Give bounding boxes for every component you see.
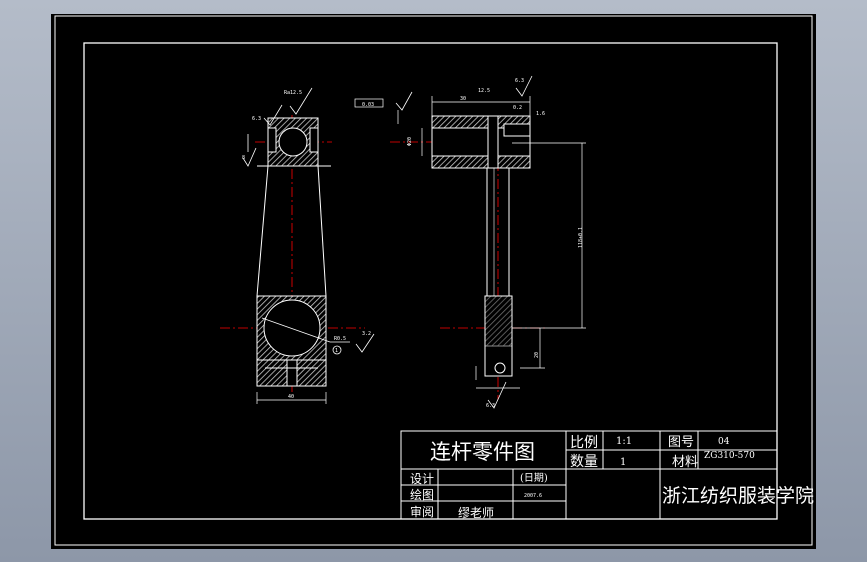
side-top-finish-label: 6.3 [515, 78, 524, 84]
date-value: 2007.6 [524, 493, 542, 499]
front-right-finish-label: 3.2 [362, 331, 371, 337]
scale-value: 1:1 [616, 436, 632, 447]
quantity-label: 数量 [570, 454, 598, 470]
drawing-no-value: 04 [718, 437, 730, 447]
front-bottom-dim-label: 40 [288, 394, 294, 400]
part-name: 连杆零件图 [430, 440, 535, 464]
quantity-value: 1 [620, 457, 626, 468]
institution-name: 浙江纺织服装学院 [662, 485, 814, 507]
side-top-mid-label: 12.5 [478, 88, 490, 94]
big-end-bore [263, 299, 321, 357]
side-geom-tol-label: 0.03 [362, 102, 374, 108]
review-label: 审阅 [410, 504, 434, 519]
design-label: 设计 [410, 472, 434, 486]
scale-label: 比例 [570, 435, 598, 451]
material-label: 材料 [672, 455, 698, 470]
side-left-vert-label: Φ20 [407, 137, 413, 146]
reviewer-name: 缪老师 [458, 505, 494, 520]
front-left-finish-label: 6.3 [252, 116, 261, 122]
front-right-leader-label: R0.5 [334, 336, 346, 342]
front-left-tol-label: 8 [242, 155, 245, 161]
front-detail-number: 1 [335, 348, 338, 354]
date-label: (日期) [520, 472, 548, 484]
side-bottom-dim-label: 20 [534, 352, 540, 358]
drawn-label: 绘图 [410, 487, 434, 502]
side-top-right-label: 0.2 [513, 105, 522, 111]
side-bottom-finish-label: 6.3 [486, 403, 495, 409]
material-value: ZG310-570 [704, 451, 755, 461]
drawing-sheet: Ra12.5 6.3 8 3.2 R0.5 1 40 0.03 30 6.3 1… [51, 14, 816, 549]
small-end-bore [278, 127, 308, 157]
side-long-dim-label: 118±0.1 [578, 227, 584, 248]
side-top-dim-label: 30 [460, 96, 466, 102]
drawing-no-label: 图号 [668, 435, 694, 450]
side-right-small-label: 1.6 [536, 111, 545, 117]
front-top-finish-label: Ra12.5 [284, 90, 302, 96]
